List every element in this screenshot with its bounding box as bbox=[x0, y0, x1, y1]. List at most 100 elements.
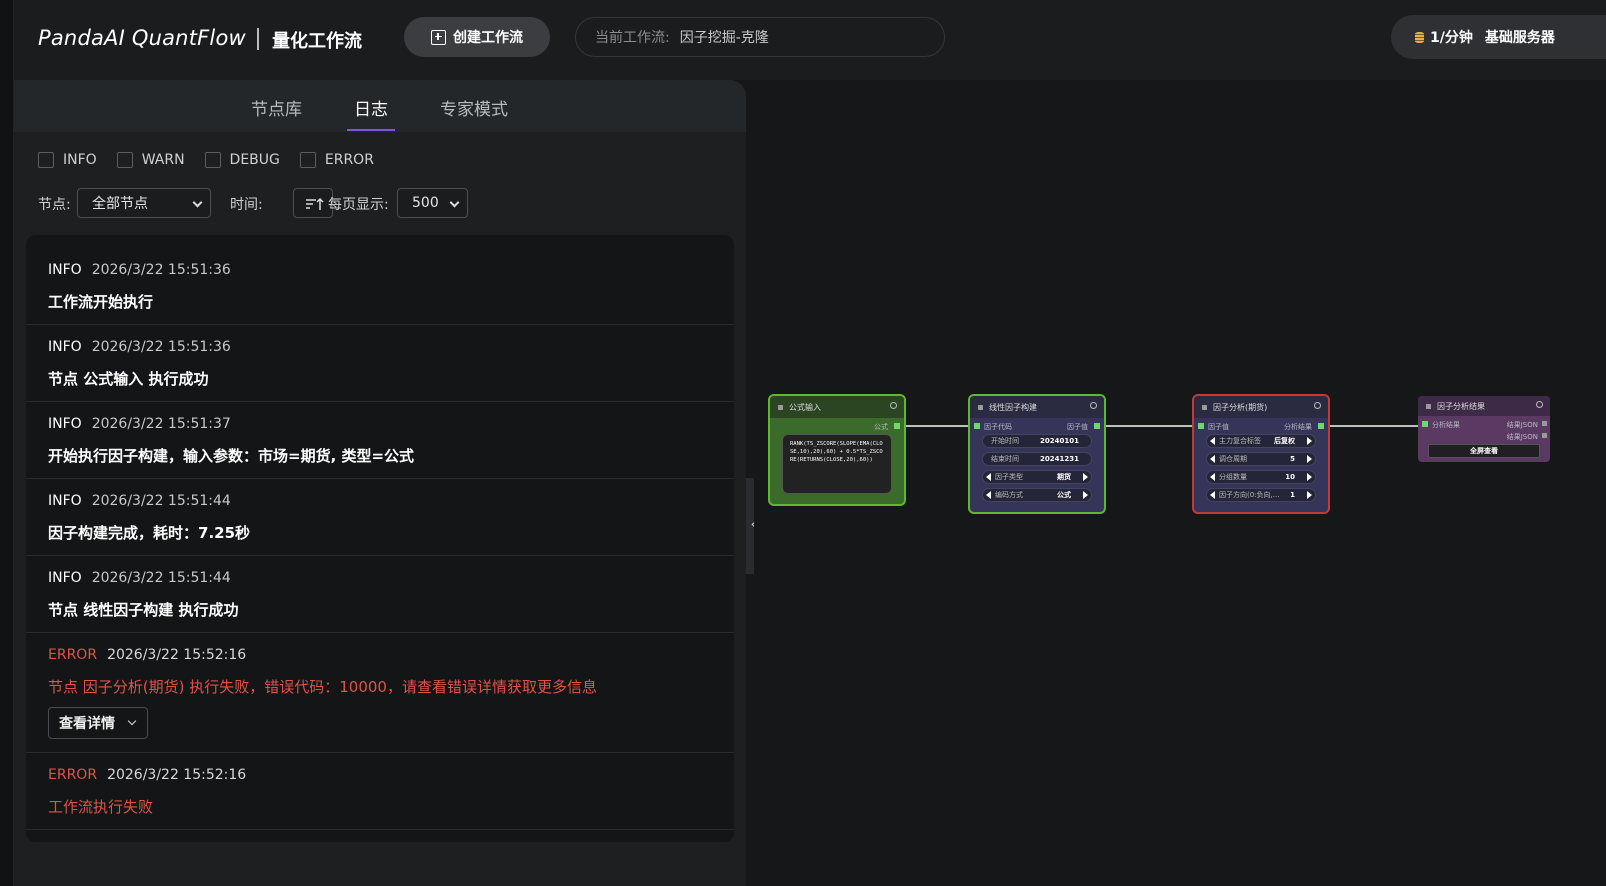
coin-icon bbox=[1415, 31, 1424, 43]
arrow-right-icon[interactable] bbox=[1307, 473, 1312, 481]
output-port[interactable] bbox=[894, 423, 900, 429]
log-time: 2026/3/22 15:52:16 bbox=[107, 767, 247, 783]
time-sort-button[interactable] bbox=[293, 188, 333, 218]
field-label: 因子类型 bbox=[995, 473, 1023, 481]
factor-type-combo[interactable]: 因子类型 期货 bbox=[982, 470, 1092, 484]
factor-direction-combo[interactable]: 因子方向(0:负向,... 1 bbox=[1206, 488, 1316, 502]
node-status-icon bbox=[1090, 402, 1097, 409]
chevron-down-icon bbox=[127, 716, 137, 726]
server-plan-button[interactable]: 1/分钟 基础服务器 bbox=[1391, 15, 1606, 59]
tab-node-library[interactable]: 节点库 bbox=[251, 95, 302, 120]
output-port[interactable] bbox=[1542, 433, 1547, 438]
arrow-left-icon[interactable] bbox=[1210, 455, 1215, 463]
rebalance-period-combo[interactable]: 调仓周期 5 bbox=[1206, 452, 1316, 466]
node-title: 因子分析(期货) bbox=[1202, 402, 1267, 413]
left-edge-bar bbox=[0, 0, 14, 886]
node-title: 因子分析结果 bbox=[1426, 401, 1485, 412]
factor-result-node[interactable]: 因子分析结果 分析结果 结果JSON 结果JSON 全屏查看 bbox=[1418, 396, 1550, 462]
log-entry: INFO 2026/3/22 15:51:37 开始执行因子构建，输入参数：市场=… bbox=[26, 402, 734, 479]
linear-factor-node[interactable]: 线性因子构建 因子代码 因子值 开始时间 20240101 结束时间 2024123… bbox=[968, 394, 1106, 514]
top-header: PandaAI QuantFlow 量化工作流 创建工作流 当前工作流: 因子挖… bbox=[14, 0, 1606, 80]
port-label: 因子值 bbox=[1208, 423, 1229, 431]
arrow-right-icon[interactable] bbox=[1083, 473, 1088, 481]
output-port[interactable] bbox=[1318, 423, 1324, 429]
chevron-down-icon bbox=[192, 197, 203, 208]
log-meta: INFO 2026/3/22 15:51:36 bbox=[48, 339, 231, 355]
log-entry: INFO 2026/3/22 15:51:44 节点 线性因子构建 执行成功 bbox=[26, 556, 734, 633]
collapse-dot-icon bbox=[1426, 404, 1431, 409]
arrow-left-icon[interactable] bbox=[1210, 473, 1215, 481]
filter-error-checkbox[interactable]: ERROR bbox=[299, 150, 374, 170]
server-label: 基础服务器 bbox=[1484, 30, 1555, 46]
end-date-field[interactable]: 结束时间 20241231 bbox=[982, 452, 1092, 466]
group-count-combo[interactable]: 分组数量 10 bbox=[1206, 470, 1316, 484]
port-label: 公式 bbox=[874, 423, 888, 431]
level-filters: INFO WARN DEBUG ERROR bbox=[38, 150, 394, 170]
output-port[interactable] bbox=[1094, 423, 1100, 429]
encoding-combo[interactable]: 编码方式 公式 bbox=[982, 488, 1092, 502]
adjust-label-combo[interactable]: 主力复合标签 后复权 bbox=[1206, 434, 1316, 448]
port-label: 分析结果 bbox=[1284, 423, 1312, 431]
log-entry: INFO 2026/3/22 15:51:36 节点 公式输入 执行成功 bbox=[26, 325, 734, 402]
input-port[interactable] bbox=[1422, 421, 1428, 427]
field-value: 5 bbox=[1290, 455, 1295, 463]
field-label: 开始时间 bbox=[991, 437, 1019, 445]
current-workflow-label: 当前工作流: bbox=[595, 30, 670, 46]
page-size-value: 500 bbox=[412, 195, 439, 211]
factor-analysis-node[interactable]: 因子分析(期货) 因子值 分析结果 主力复合标签 后复权 调仓周期 5 分组数量 10… bbox=[1192, 394, 1330, 514]
port-label: 结果JSON bbox=[1506, 433, 1538, 441]
input-port[interactable] bbox=[974, 423, 980, 429]
log-meta: ERROR 2026/3/22 15:52:16 bbox=[48, 647, 246, 663]
arrow-right-icon[interactable] bbox=[1083, 491, 1088, 499]
filter-info-checkbox[interactable]: INFO bbox=[38, 150, 97, 170]
field-value: 20241231 bbox=[1040, 455, 1079, 463]
start-date-field[interactable]: 开始时间 20240101 bbox=[982, 434, 1092, 448]
tab-logs[interactable]: 日志 bbox=[354, 95, 388, 120]
formula-input-node[interactable]: 公式输入 公式 RANK(TS_ZSCORE(SLOPE(EMA(CLOSE,1… bbox=[768, 394, 906, 506]
filter-debug-checkbox[interactable]: DEBUG bbox=[204, 150, 280, 170]
node-filter-label: 节点: bbox=[38, 197, 71, 213]
arrow-left-icon[interactable] bbox=[1210, 437, 1215, 445]
log-message: 开始执行因子构建，输入参数：市场=期货, 类型=公式 bbox=[48, 447, 415, 465]
page-size-label: 每页显示: bbox=[328, 197, 389, 213]
input-port[interactable] bbox=[1198, 423, 1204, 429]
log-message: 节点 线性因子构建 执行成功 bbox=[48, 601, 239, 619]
fullscreen-view-button[interactable]: 全屏查看 bbox=[1428, 444, 1540, 458]
collapse-dot-icon bbox=[1202, 405, 1207, 410]
time-sort-label: 时间: bbox=[230, 197, 263, 213]
brand-logo: PandaAI QuantFlow bbox=[38, 26, 246, 50]
view-details-button[interactable]: 查看详情 bbox=[48, 707, 148, 739]
node-link bbox=[902, 425, 968, 427]
formula-editor[interactable]: RANK(TS_ZSCORE(SLOPE(EMA(CLOSE,10),20),6… bbox=[782, 434, 892, 494]
create-workflow-button[interactable]: 创建工作流 bbox=[404, 17, 550, 57]
tab-expert-mode[interactable]: 专家模式 bbox=[440, 95, 508, 120]
plus-icon bbox=[431, 29, 446, 45]
field-value: 后复权 bbox=[1274, 437, 1295, 445]
field-value: 期货 bbox=[1057, 473, 1071, 481]
brand-subtitle: 量化工作流 bbox=[272, 31, 362, 52]
log-time: 2026/3/22 15:51:36 bbox=[91, 339, 231, 355]
arrow-left-icon[interactable] bbox=[986, 473, 991, 481]
arrow-right-icon[interactable] bbox=[1307, 455, 1312, 463]
page-size-select[interactable]: 500 bbox=[397, 188, 468, 218]
log-level: INFO bbox=[48, 339, 82, 355]
arrow-left-icon[interactable] bbox=[986, 491, 991, 499]
node-title-text: 线性因子构建 bbox=[989, 403, 1037, 412]
current-workflow-field[interactable]: 当前工作流: 因子挖掘-克隆 bbox=[575, 17, 945, 57]
port-label: 结果JSON bbox=[1506, 421, 1538, 429]
arrow-left-icon[interactable] bbox=[1210, 491, 1215, 499]
arrow-right-icon[interactable] bbox=[1307, 437, 1312, 445]
log-time: 2026/3/22 15:51:37 bbox=[91, 416, 231, 432]
active-tab-indicator bbox=[347, 129, 395, 131]
workflow-canvas[interactable]: 公式输入 公式 RANK(TS_ZSCORE(SLOPE(EMA(CLOSE,1… bbox=[754, 80, 1606, 886]
filter-warn-checkbox[interactable]: WARN bbox=[116, 150, 185, 170]
node-filter-select[interactable]: 全部节点 bbox=[77, 188, 211, 218]
field-value: 1 bbox=[1290, 491, 1295, 499]
output-port[interactable] bbox=[1542, 421, 1547, 426]
log-message: 因子构建完成，耗时：7.25秒 bbox=[48, 524, 251, 542]
arrow-right-icon[interactable] bbox=[1307, 491, 1312, 499]
log-meta: INFO 2026/3/22 15:51:36 bbox=[48, 262, 231, 278]
create-workflow-label: 创建工作流 bbox=[453, 30, 523, 46]
port-label: 分析结果 bbox=[1432, 421, 1460, 429]
log-level: INFO bbox=[48, 570, 82, 586]
